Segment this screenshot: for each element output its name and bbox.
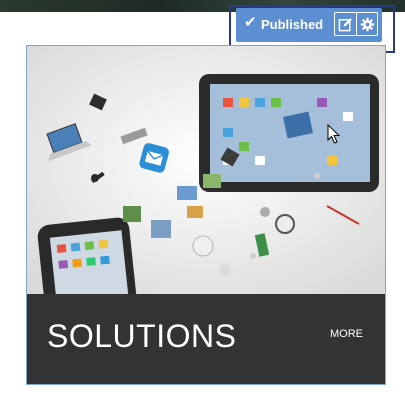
card-footer: SOLUTIONS MORE	[27, 294, 385, 384]
tablet-graphic	[199, 74, 379, 192]
devices-illustration	[27, 46, 385, 295]
publish-status-label: Published	[261, 17, 324, 32]
edit-button[interactable]	[334, 12, 356, 36]
gear-icon	[360, 17, 374, 31]
phone-graphic	[37, 217, 137, 295]
card-title[interactable]: SOLUTIONS	[47, 316, 236, 356]
mouse-cursor-icon	[327, 124, 341, 144]
settings-button[interactable]	[356, 12, 378, 36]
check-icon: ✔	[244, 14, 257, 31]
solutions-card[interactable]: SOLUTIONS MORE	[26, 45, 386, 385]
more-link[interactable]: MORE	[330, 327, 363, 341]
edit-icon	[338, 17, 352, 31]
